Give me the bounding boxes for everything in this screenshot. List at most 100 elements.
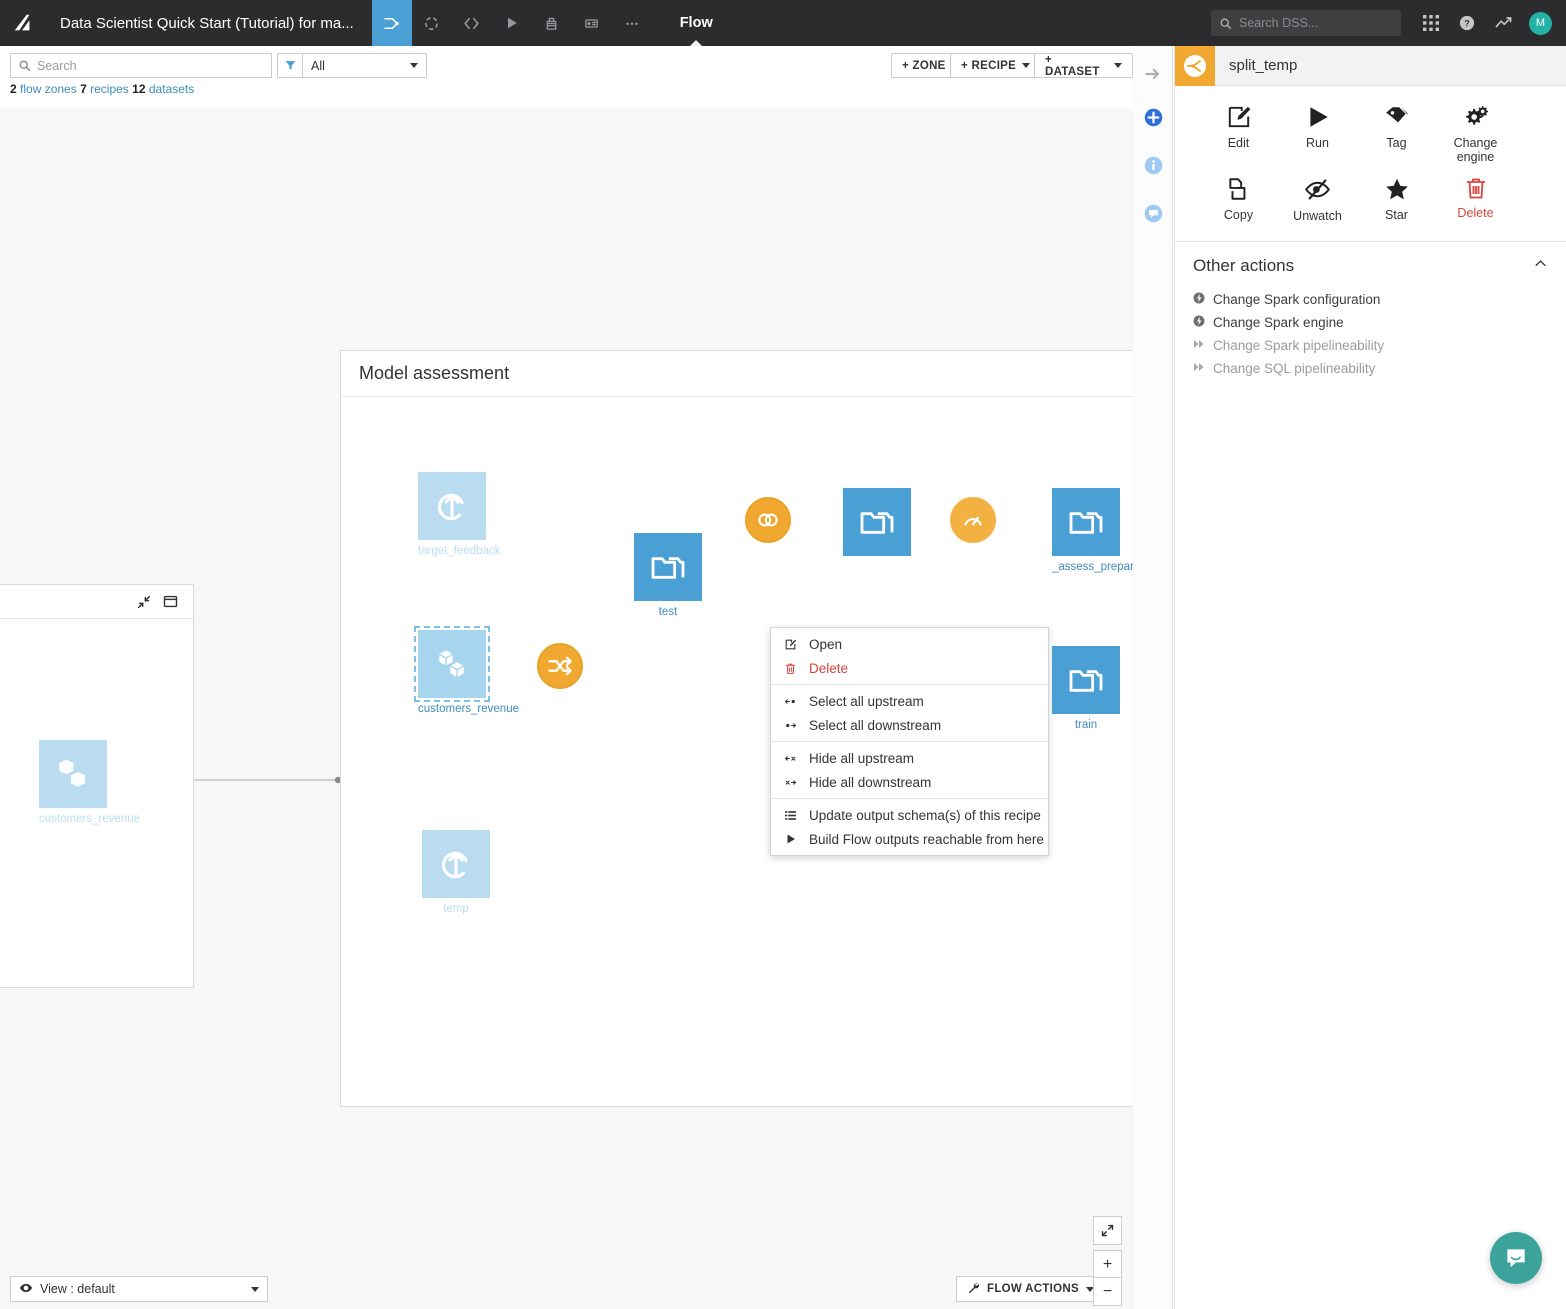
pipeline-icon [1193, 361, 1205, 376]
eye-icon [19, 1281, 33, 1298]
other-action-change-spark-engine[interactable]: Change Spark engine [1193, 311, 1548, 334]
star-button[interactable]: Star [1357, 168, 1436, 227]
collapse-right-icon[interactable] [1141, 62, 1165, 86]
star-icon [1385, 178, 1408, 200]
project-title[interactable]: Data Scientist Quick Start (Tutorial) fo… [46, 15, 372, 32]
recipes-link[interactable]: recipes [90, 82, 129, 96]
flow-zone-mini[interactable]: customers_revenue [0, 584, 194, 988]
recipe-join[interactable] [537, 643, 583, 689]
ctx-open[interactable]: Open [771, 632, 1048, 656]
recipe-prepare[interactable] [950, 497, 996, 543]
info-circle-icon[interactable] [1141, 153, 1165, 177]
nav-more-icon[interactable] [612, 0, 652, 46]
datasets-link[interactable]: datasets [149, 82, 194, 96]
trash-icon [783, 662, 798, 675]
global-search-box[interactable] [1211, 10, 1401, 36]
help-icon[interactable]: ? [1451, 7, 1483, 39]
run-button[interactable]: Run [1278, 96, 1357, 168]
flow-actions-button[interactable]: FLOW ACTIONS [956, 1276, 1105, 1302]
right-panel-header: split_temp [1175, 45, 1566, 86]
add-zone-button[interactable]: + ZONE [891, 53, 957, 78]
ctx-hide-all-upstream[interactable]: Hide all upstream [771, 746, 1048, 770]
node-temp[interactable]: temp [422, 830, 490, 915]
ctx-update-output-schema[interactable]: Update output schema(s) of this recipe [771, 803, 1048, 827]
add-circle-icon[interactable] [1141, 105, 1165, 129]
node-test[interactable]: test [634, 533, 702, 618]
recipe-split-temp[interactable] [745, 497, 791, 543]
ctx-build-flow-outputs[interactable]: Build Flow outputs reachable from here [771, 827, 1048, 851]
node-label: customers_revenue [418, 703, 519, 715]
node-assess-prepared[interactable]: _assess_prepared [1052, 488, 1133, 573]
view-select[interactable]: View : default [10, 1276, 268, 1302]
search-icon [1220, 18, 1232, 29]
chevron-up-icon[interactable] [1533, 256, 1548, 276]
hide-upstream-icon [783, 752, 798, 765]
mini-zone-node-customers-revenue[interactable]: customers_revenue [39, 740, 140, 825]
flow-search-box[interactable] [10, 53, 272, 78]
dataiku-logo[interactable] [0, 0, 46, 46]
other-actions-header[interactable]: Other actions [1193, 256, 1548, 276]
add-recipe-label: + RECIPE [961, 59, 1017, 72]
datasets-count: 12 [132, 82, 146, 96]
star-label: Star [1385, 208, 1408, 222]
chat-support-button[interactable] [1490, 1232, 1542, 1284]
ctx-select-all-downstream[interactable]: Select all downstream [771, 713, 1048, 737]
other-action-change-sql-pipelineability[interactable]: Change SQL pipelineability [1193, 357, 1548, 380]
chevron-down-icon [1114, 63, 1122, 68]
change-engine-button[interactable]: Change engine [1436, 96, 1515, 168]
fit-to-screen-button[interactable] [1093, 1216, 1122, 1245]
flow-toolbar: All 2 flow zones 7 recipes 12 datasets +… [0, 46, 1133, 108]
header-right-group: ? M [1211, 7, 1566, 39]
flow-search-input[interactable] [37, 58, 262, 73]
zoom-in-button[interactable]: + [1093, 1250, 1122, 1279]
nav-lab-icon[interactable] [532, 0, 572, 46]
tag-button[interactable]: Tag [1357, 96, 1436, 168]
nav-code-icon[interactable] [452, 0, 492, 46]
node-target-feedback[interactable]: target_feedback [418, 472, 500, 557]
flow-filter-value: All [311, 58, 325, 73]
section-label-flow[interactable]: Flow [674, 0, 719, 47]
other-action-change-spark-configuration[interactable]: Change Spark configuration [1193, 288, 1548, 311]
window-icon[interactable] [162, 593, 179, 610]
ctx-separator [771, 741, 1048, 742]
folder-dataset-icon [1052, 488, 1120, 556]
folder-dataset-icon [634, 533, 702, 601]
unwatch-button[interactable]: Unwatch [1278, 168, 1357, 227]
add-zone-label: + ZONE [902, 59, 946, 72]
copy-button[interactable]: Copy [1199, 168, 1278, 227]
ctx-label: Build Flow outputs reachable from here [809, 831, 1044, 847]
filter-funnel-icon[interactable] [277, 53, 302, 78]
section-label-text: Flow [679, 15, 713, 31]
add-recipe-button[interactable]: + RECIPE [950, 53, 1042, 78]
right-rail [1133, 46, 1173, 1309]
global-search-input[interactable] [1239, 16, 1389, 30]
nav-flow-icon[interactable] [371, 0, 412, 46]
activity-icon[interactable] [1487, 7, 1519, 39]
prepare-recipe-icon [950, 497, 996, 543]
hide-downstream-icon [783, 776, 798, 789]
delete-button[interactable]: Delete [1436, 168, 1515, 227]
nav-dashboard-icon[interactable] [572, 0, 612, 46]
ctx-separator [771, 798, 1048, 799]
other-action-change-spark-pipelineability[interactable]: Change Spark pipelineability [1193, 334, 1548, 357]
user-avatar[interactable]: M [1529, 11, 1552, 35]
other-actions-title: Other actions [1193, 256, 1295, 275]
node-train[interactable]: train [1052, 646, 1120, 731]
flow-filter-select[interactable]: All [302, 53, 427, 78]
comment-circle-icon[interactable] [1141, 201, 1165, 225]
add-dataset-button[interactable]: + DATASET [1034, 53, 1133, 78]
nav-lifecycle-icon[interactable] [412, 0, 452, 46]
apps-grid-icon[interactable] [1415, 7, 1447, 39]
edit-button[interactable]: Edit [1199, 96, 1278, 168]
node-customers-revenue[interactable]: customers_revenue [414, 626, 519, 715]
flow-canvas[interactable]: customers_revenue Model assessment targe… [0, 108, 1133, 1309]
ctx-hide-all-downstream[interactable]: Hide all downstream [771, 770, 1048, 794]
node-context-menu[interactable]: Open Delete Select all upstream Select a… [770, 627, 1049, 856]
zones-link[interactable]: flow zones [20, 82, 77, 96]
nav-jobs-icon[interactable] [492, 0, 532, 46]
zoom-out-button[interactable]: − [1093, 1277, 1122, 1306]
ctx-delete[interactable]: Delete [771, 656, 1048, 680]
ctx-select-all-upstream[interactable]: Select all upstream [771, 689, 1048, 713]
collapse-arrows-icon[interactable] [136, 594, 152, 610]
node-prepare-output[interactable] [843, 488, 911, 556]
